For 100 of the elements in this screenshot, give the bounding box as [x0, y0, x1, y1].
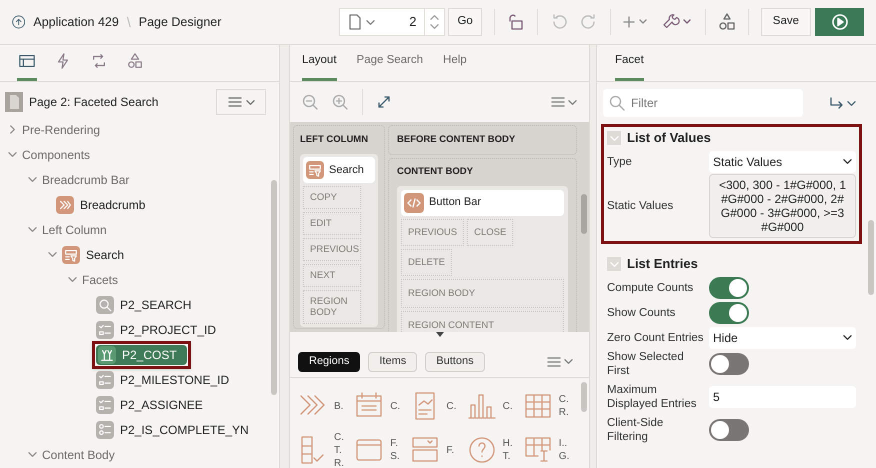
search-region-icon: [306, 161, 324, 180]
tree-item[interactable]: Components: [22, 146, 90, 164]
tab[interactable]: Items: [368, 352, 418, 372]
up-icon: [430, 13, 440, 22]
layout-icon: [18, 52, 36, 70]
filter-field[interactable]: Filter: [603, 89, 803, 117]
save-button[interactable]: Save: [760, 8, 811, 36]
go-button[interactable]: Go: [448, 8, 482, 36]
region-type-label: F.: [446, 444, 456, 456]
scrollbar[interactable]: [868, 220, 874, 295]
expand-icon[interactable]: [377, 95, 391, 109]
region-type-label: C. R.: [558, 393, 570, 419]
page-icon: [348, 14, 362, 30]
radio-icon: [96, 420, 114, 438]
toggle-switch[interactable]: [709, 302, 749, 324]
region-type-label: C.: [390, 400, 402, 412]
breadcrumb-link[interactable]: Application 429: [33, 12, 119, 32]
caret-icon: [847, 98, 856, 108]
region-type-label: B.: [334, 400, 344, 412]
tree-item[interactable]: Pre-Rendering: [22, 120, 100, 138]
tab[interactable]: Facet: [615, 52, 644, 81]
region-type-label: F. S.: [390, 437, 401, 463]
property-label: Client-Side Filtering: [607, 416, 664, 444]
scrollbar[interactable]: [581, 382, 587, 412]
tree-item[interactable]: P2_MILESTONE_ID: [96, 370, 230, 388]
caret-icon: [246, 98, 254, 106]
scrollbar[interactable]: [271, 180, 277, 395]
region-header[interactable]: Search: [303, 157, 375, 184]
goto-button[interactable]: [830, 97, 856, 109]
checklist-icon: [96, 370, 114, 388]
checklist-icon: [96, 396, 114, 414]
tab[interactable]: Page Search: [356, 52, 424, 81]
tree-item[interactable]: P2_IS_COMPLETE_YN: [96, 420, 249, 438]
toggle-switch[interactable]: [709, 276, 749, 298]
search-icon: [609, 95, 625, 111]
search-region-icon: [62, 246, 80, 264]
select-field[interactable]: Static Values: [709, 150, 856, 172]
region-type-label: C.: [446, 400, 458, 412]
column-title: BEFORE CONTENT BODY: [388, 125, 577, 156]
property-label: Type: [607, 154, 633, 168]
page-label: Page 2: Faceted Search: [29, 94, 158, 111]
property-label: Maximum Displayed Entries: [607, 383, 698, 411]
caret-icon: [366, 18, 376, 26]
tree-item[interactable]: Breadcrumb Bar: [42, 170, 130, 188]
group-title: List Entries: [627, 255, 698, 274]
text-area[interactable]: <300, 300 - 1#G#000, 1#G#000 - 2#G#000, 2#G#000 - 3#G#000, >=3#G#000: [709, 174, 856, 238]
toggle-switch[interactable]: [709, 419, 749, 441]
turn-arrow-icon: [830, 97, 844, 109]
region-header[interactable]: Button Bar: [401, 190, 564, 216]
tree-item[interactable]: Search: [62, 246, 124, 264]
tree-item[interactable]: Content Body: [42, 446, 115, 464]
splitter[interactable]: [590, 45, 597, 468]
toggle-switch[interactable]: [709, 353, 749, 375]
caret-icon: [843, 157, 852, 166]
button-placeholder[interactable]: COPY: [303, 186, 361, 210]
group-title: List of Values: [627, 129, 711, 148]
zoom-out-icon[interactable]: [302, 94, 318, 110]
scrollbar[interactable]: [581, 194, 587, 234]
collapse-toggle[interactable]: [607, 257, 621, 271]
tree-item[interactable]: P2_PROJECT_ID: [96, 320, 216, 338]
select-field[interactable]: Hide: [709, 326, 856, 348]
page-number-field[interactable]: 2: [339, 8, 446, 36]
property-label: Compute Counts: [607, 280, 694, 294]
page-icon: [5, 92, 23, 112]
panel-tab[interactable]: [17, 52, 37, 81]
tab[interactable]: Regions: [298, 352, 360, 372]
code-icon: [404, 192, 424, 212]
menu-button[interactable]: [547, 356, 573, 366]
splitter[interactable]: [280, 45, 290, 468]
tree-item[interactable]: Left Column: [42, 220, 107, 238]
tree-item[interactable]: P2_COST: [96, 344, 187, 364]
wrench-icon[interactable]: [662, 13, 693, 31]
tree-item[interactable]: P2_SEARCH: [96, 296, 192, 314]
property-label: Show Counts: [607, 306, 676, 320]
unlock-icon[interactable]: [506, 13, 525, 31]
tree-item[interactable]: P2_ASSIGNEE: [96, 396, 203, 414]
tab[interactable]: Help: [443, 52, 467, 81]
menu-icon: [551, 97, 565, 107]
range-icon: [98, 346, 116, 364]
property-label: Static Values: [607, 199, 674, 213]
shapes-icon[interactable]: [718, 13, 736, 31]
caret-icon: [843, 333, 852, 342]
region-type-label: C.: [502, 400, 514, 412]
tree-item[interactable]: Facets: [82, 270, 118, 288]
menu-button[interactable]: [551, 97, 577, 107]
page-title: Page Designer: [138, 14, 222, 31]
collapse-toggle[interactable]: [607, 131, 621, 145]
input-field[interactable]: 5: [709, 386, 856, 408]
add-icon[interactable]: [622, 15, 649, 29]
filter-input[interactable]: Filter: [631, 94, 797, 112]
tab[interactable]: Layout: [302, 52, 337, 81]
region-type-label: H. T.: [502, 437, 514, 463]
menu-button[interactable]: [216, 89, 266, 115]
tree-item[interactable]: Breadcrumb: [56, 196, 146, 214]
zoom-in-icon[interactable]: [332, 94, 348, 110]
tab[interactable]: Buttons: [425, 352, 485, 372]
chevron-icon: [610, 134, 618, 142]
run-button[interactable]: [815, 8, 864, 36]
region-type-label: I.. G.: [558, 437, 570, 463]
column-title: LEFT COLUMN: [299, 133, 370, 147]
